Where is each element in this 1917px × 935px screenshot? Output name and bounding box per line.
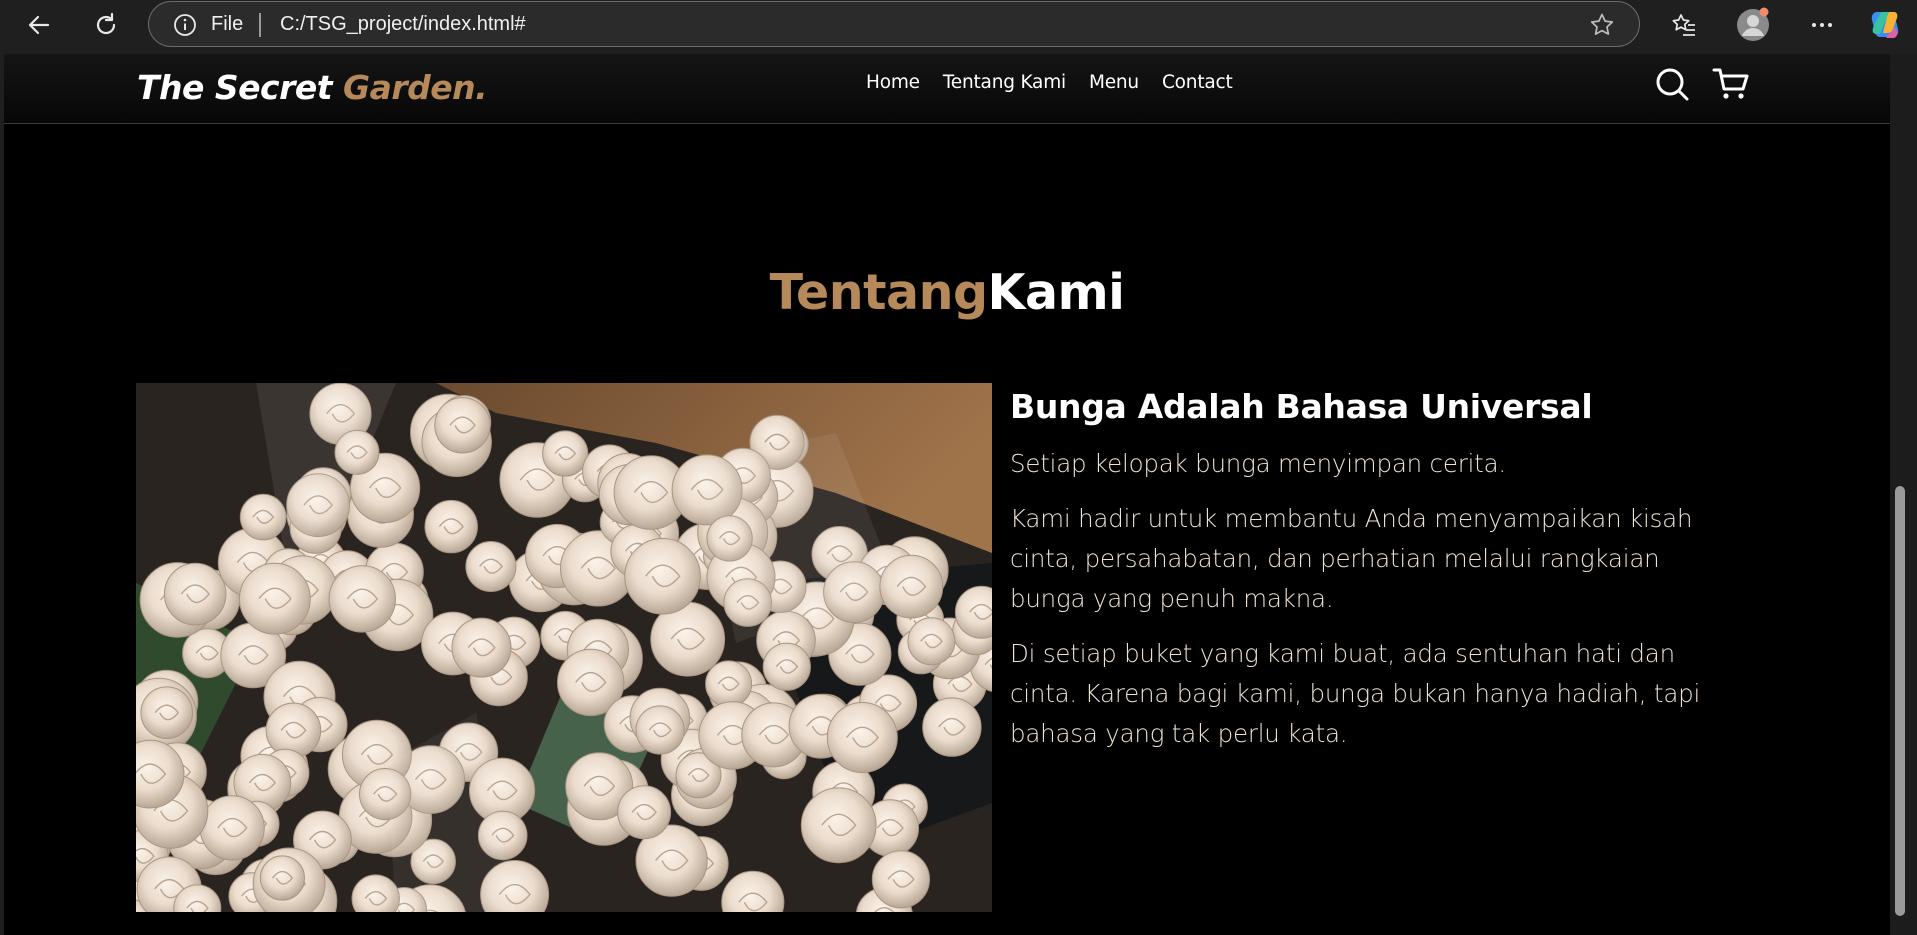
brand-name-accent: Garden. xyxy=(343,68,488,107)
page-viewport: The Secret Garden. Home Tentang Kami Men… xyxy=(4,54,1890,935)
site-navbar: The Secret Garden. Home Tentang Kami Men… xyxy=(4,54,1890,124)
site-info-icon[interactable] xyxy=(173,13,197,37)
favorite-star-icon[interactable] xyxy=(1589,12,1615,38)
search-icon[interactable] xyxy=(1654,66,1690,102)
copilot-icon xyxy=(1871,12,1899,38)
about-paragraph-2: Kami hadir untuk membantu Anda menyampai… xyxy=(1010,504,1693,613)
about-heading: Bunga Adalah Bahasa Universal xyxy=(1010,387,1593,426)
title-main: Kami xyxy=(987,264,1125,321)
main-nav: Home Tentang Kami Menu Contact xyxy=(866,72,1256,93)
nav-link-contact[interactable]: Contact xyxy=(1162,72,1233,93)
address-divider xyxy=(259,13,261,37)
avatar-icon xyxy=(1737,7,1769,41)
back-arrow-icon xyxy=(28,15,50,35)
site-logo[interactable]: The Secret Garden. xyxy=(137,68,488,107)
about-paragraph-1: Setiap kelopak bunga menyimpan cerita. xyxy=(1010,449,1506,478)
shopping-cart-icon[interactable] xyxy=(1712,66,1750,102)
reload-button[interactable] xyxy=(87,6,125,44)
about-paragraph-3: Di setiap buket yang kami buat, ada sent… xyxy=(1010,639,1701,748)
url-text[interactable]: C:/TSG_project/index.html# xyxy=(280,13,526,36)
back-button[interactable] xyxy=(20,6,58,44)
roses-image xyxy=(136,383,992,912)
nav-link-menu[interactable]: Menu xyxy=(1089,72,1139,93)
scrollbar-thumb[interactable] xyxy=(1895,486,1905,916)
reload-icon xyxy=(96,12,116,35)
nav-icon-group xyxy=(1654,66,1750,102)
roses-photo xyxy=(136,383,992,912)
browser-toolbar: File C:/TSG_project/index.html# xyxy=(0,0,1917,50)
favorites-button[interactable] xyxy=(1665,6,1703,44)
file-label: File xyxy=(211,13,244,35)
profile-button[interactable] xyxy=(1734,6,1772,44)
more-menu-button[interactable] xyxy=(1803,6,1841,44)
more-dots-icon xyxy=(1812,23,1832,27)
title-accent: Tentang xyxy=(769,264,988,321)
about-content: Bunga Adalah Bahasa Universal Setiap kel… xyxy=(1010,387,1730,769)
nav-link-home[interactable]: Home xyxy=(866,72,920,93)
copilot-button[interactable] xyxy=(1866,6,1904,44)
address-bar[interactable]: File C:/TSG_project/index.html# xyxy=(148,1,1640,47)
about-section-title: TentangKami xyxy=(4,264,1890,321)
nav-link-tentang-kami[interactable]: Tentang Kami xyxy=(943,72,1066,93)
favorites-list-icon xyxy=(1672,14,1695,36)
brand-name-main: The Secret xyxy=(137,68,344,107)
